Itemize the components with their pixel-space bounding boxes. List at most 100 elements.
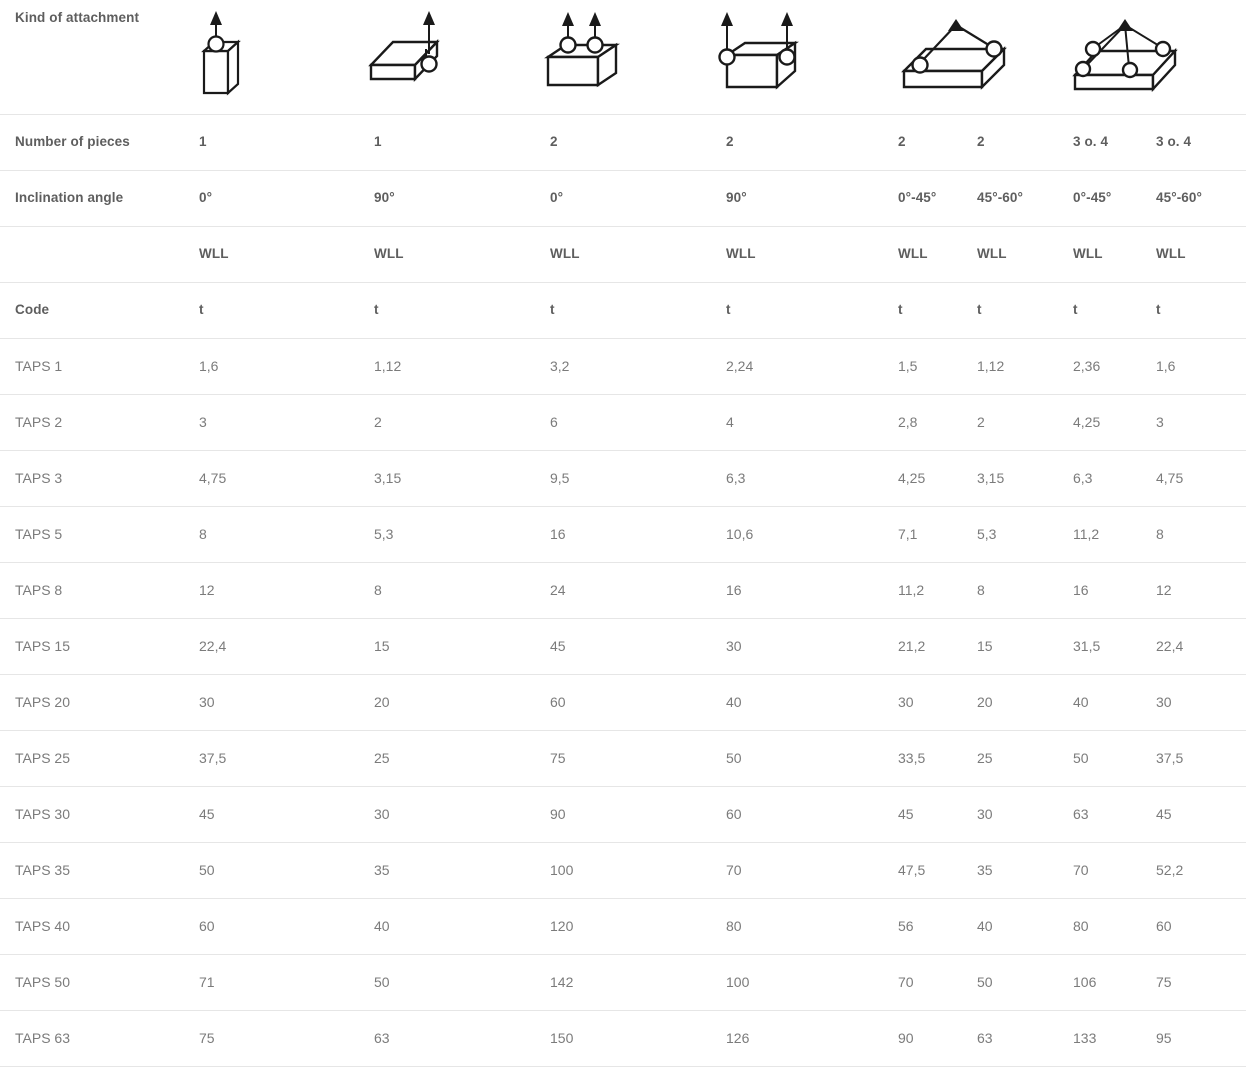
wll-value: 20 [374, 693, 390, 710]
wll-value-cell: 80 [1057, 898, 1142, 955]
wll-value: 75 [550, 749, 566, 766]
wll-value: 8 [374, 581, 382, 598]
wll-value: 60 [199, 917, 215, 934]
wll-value: 1,6 [1156, 357, 1176, 374]
wll-value: 33,5 [898, 749, 926, 766]
pieces-cell-8: 3 o. 4 [1142, 114, 1246, 171]
angle-value: 45°-60° [1156, 190, 1203, 206]
unit-cell-8: t [1142, 282, 1246, 339]
wll-value: 50 [1073, 749, 1089, 766]
wll-value: 3,15 [977, 469, 1005, 486]
wll-value: 1,6 [199, 357, 219, 374]
wll-value: 40 [374, 917, 390, 934]
wll-value-cell: 20 [359, 674, 536, 731]
wll-value-cell: 75 [1142, 954, 1246, 1011]
code-cell: TAPS 35 [0, 842, 184, 899]
wll-value-cell: 5,3 [963, 506, 1057, 563]
wll-value-cell: 50 [359, 954, 536, 1011]
wll-label: WLL [550, 246, 580, 262]
wll-value-cell: 75 [184, 1010, 359, 1067]
wll-value: 4,25 [1073, 413, 1101, 430]
code-cell: TAPS 3 [0, 450, 184, 507]
angle-cell-7: 0°-45° [1057, 170, 1142, 227]
wll-value-cell: 2,24 [711, 338, 884, 395]
wll-value-cell: 4,25 [884, 450, 963, 507]
wll-label: WLL [1156, 246, 1186, 262]
wll-value: 100 [550, 861, 574, 878]
wll-value: 63 [374, 1029, 390, 1046]
unit-label: t [726, 302, 731, 318]
wll-value-cell: 52,2 [1142, 842, 1246, 899]
wll-value-cell: 45 [184, 786, 359, 843]
header-label-code: Code [0, 282, 184, 339]
angle-cell-1: 0° [184, 170, 359, 227]
wll-value-cell: 1,12 [963, 338, 1057, 395]
wll-cell-2: WLL [359, 226, 536, 283]
wll-value: 56 [898, 917, 914, 934]
wll-value-cell: 16 [536, 506, 711, 563]
wll-value-cell: 100 [536, 842, 711, 899]
code-cell: TAPS 50 [0, 954, 184, 1011]
code-value: TAPS 2 [15, 413, 63, 430]
wll-value-cell: 4,75 [184, 450, 359, 507]
wll-cell-4: WLL [711, 226, 884, 283]
wll-value-cell: 90 [536, 786, 711, 843]
wll-value-cell: 40 [711, 674, 884, 731]
wll-value-cell: 3,15 [963, 450, 1057, 507]
wll-value: 25 [977, 749, 993, 766]
wll-value-cell: 5,3 [359, 506, 536, 563]
wll-value-cell: 3,15 [359, 450, 536, 507]
wll-value-cell: 1,6 [184, 338, 359, 395]
pieces-value: 2 [550, 134, 558, 150]
wll-value: 63 [1073, 805, 1089, 822]
wll-value: 5,3 [977, 525, 997, 542]
header-label-inclination-angle: Inclination angle [0, 170, 184, 227]
wll-value-cell: 6,3 [711, 450, 884, 507]
wll-value: 31,5 [1073, 637, 1101, 654]
wll-label: WLL [726, 246, 756, 262]
wll-value-cell: 80 [711, 898, 884, 955]
wll-value-cell: 16 [711, 562, 884, 619]
wll-value-cell: 24 [536, 562, 711, 619]
angle-cell-6: 45°-60° [963, 170, 1057, 227]
wll-value: 12 [199, 581, 215, 598]
wll-value: 6,3 [1073, 469, 1093, 486]
wll-value: 120 [550, 917, 574, 934]
wll-value: 142 [550, 973, 574, 990]
table-row: TAPS 15 22,4 15 45 30 21,2 15 31,5 22,4 [0, 618, 1246, 675]
wll-value: 52,2 [1156, 861, 1184, 878]
wll-value: 4,75 [199, 469, 227, 486]
wll-value: 3,15 [374, 469, 402, 486]
wll-value: 90 [898, 1029, 914, 1046]
unit-label: t [550, 302, 555, 318]
wll-value: 45 [199, 805, 215, 822]
wll-value-cell: 8 [184, 506, 359, 563]
wll-value: 8 [1156, 525, 1164, 542]
wll-value: 45 [898, 805, 914, 822]
wll-value-cell: 16 [1057, 562, 1142, 619]
kind-of-attachment-label: Kind of attachment [15, 10, 140, 25]
wll-value-cell: 37,5 [1142, 730, 1246, 787]
wll-value: 2 [374, 413, 382, 430]
wll-value: 22,4 [1156, 637, 1184, 654]
wll-value-cell: 70 [1057, 842, 1142, 899]
code-cell: TAPS 25 [0, 730, 184, 787]
attachment-icon-cell-2 [359, 0, 536, 115]
wll-value-cell: 8 [359, 562, 536, 619]
two-leg-sling-plate-icon [884, 7, 1057, 107]
wll-value-cell: 50 [963, 954, 1057, 1011]
pieces-value: 3 o. 4 [1073, 134, 1109, 150]
wll-value: 30 [199, 693, 215, 710]
code-cell: TAPS 2 [0, 394, 184, 451]
wll-label: WLL [977, 246, 1007, 262]
wll-value: 6 [550, 413, 558, 430]
wll-value-cell: 30 [184, 674, 359, 731]
wll-value-cell: 60 [1142, 898, 1246, 955]
wll-value-cell: 1,5 [884, 338, 963, 395]
wll-value: 40 [1073, 693, 1089, 710]
wll-value: 3,2 [550, 357, 570, 374]
code-cell: TAPS 40 [0, 898, 184, 955]
wll-value: 70 [726, 861, 742, 878]
wll-value: 10,6 [726, 525, 754, 542]
code-value: TAPS 63 [15, 1029, 70, 1046]
